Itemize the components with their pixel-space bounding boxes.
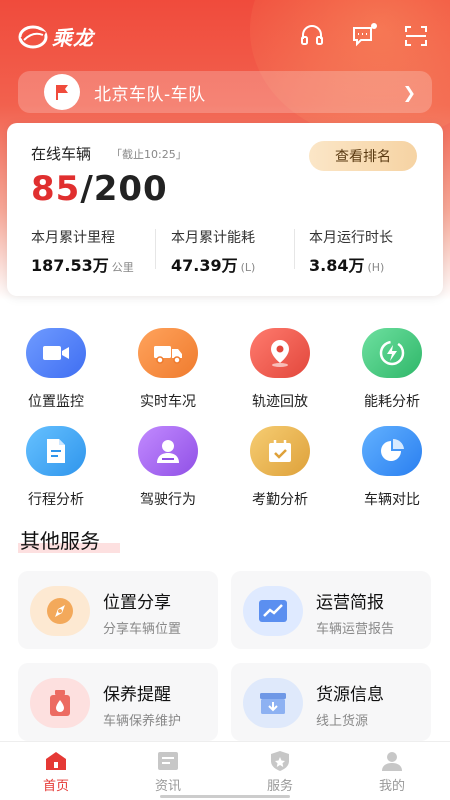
bottom-tab-bar: 首页 资讯 服务 我的: [0, 741, 450, 800]
online-vehicles-card: 在线车辆 「截止10:25」 查看排名 85/200 本月累计里程 187.53…: [7, 123, 443, 296]
divider: [155, 229, 156, 269]
tab-news[interactable]: 资讯: [112, 750, 224, 794]
service-card-location-share[interactable]: 位置分享 分享车辆位置: [18, 571, 218, 649]
driver-icon: [138, 426, 198, 476]
message-icon[interactable]: [350, 22, 378, 50]
grid-label: 实时车况: [140, 394, 196, 410]
metric-value: 3.84万 (H): [309, 256, 385, 275]
service-title: 运营简报: [316, 593, 384, 613]
grid-item-driving-behavior[interactable]: 驾驶行为: [112, 426, 224, 509]
service-card-operation-report[interactable]: 运营简报 车辆运营报告: [231, 571, 431, 649]
grid-item-vehicle-status[interactable]: 实时车况: [112, 328, 224, 411]
compass-icon: [30, 586, 90, 636]
home-indicator: [160, 795, 290, 798]
grid-item-vehicle-compare[interactable]: 车辆对比: [336, 426, 448, 509]
metric-mileage: 本月累计里程 187.53万 公里: [31, 227, 171, 276]
pie-chart-icon: [362, 426, 422, 476]
flag-icon: [44, 74, 80, 110]
metric-unit: 公里: [111, 261, 134, 274]
cargo-box-icon: [243, 678, 303, 728]
chevron-right-icon: ❯: [402, 83, 416, 102]
grid-item-location-monitor[interactable]: 位置监控: [0, 328, 112, 411]
metric-label: 本月累计能耗: [171, 230, 255, 246]
grid-label: 能耗分析: [364, 394, 420, 410]
view-ranking-button[interactable]: 查看排名: [309, 141, 417, 171]
tab-label: 首页: [42, 779, 69, 794]
grid-item-attendance[interactable]: 考勤分析: [224, 426, 336, 509]
grid-item-energy-analysis[interactable]: 能耗分析: [336, 328, 448, 411]
dragon-logo-icon: [18, 25, 48, 48]
service-card-cargo-info[interactable]: 货源信息 线上货源: [231, 663, 431, 741]
online-count: 85/200: [31, 169, 168, 209]
service-title: 保养提醒: [103, 685, 171, 705]
metric-label: 本月累计里程: [31, 230, 115, 246]
video-icon: [26, 328, 86, 378]
fleet-selector[interactable]: 北京车队-车队 ❯: [18, 71, 432, 113]
grid-label: 考勤分析: [252, 492, 308, 508]
grid-label: 驾驶行为: [140, 492, 196, 508]
headset-icon[interactable]: [298, 22, 326, 50]
truck-icon: [138, 328, 198, 378]
app-name: 乘龙: [52, 26, 94, 50]
map-pin-icon: [250, 328, 310, 378]
metric-energy: 本月累计能耗 47.39万 (L): [171, 227, 311, 276]
energy-icon: [362, 328, 422, 378]
metric-value: 187.53万 公里: [31, 256, 134, 275]
fleet-name: 北京车队-车队: [94, 84, 206, 105]
service-subtitle: 分享车辆位置: [103, 622, 182, 637]
grid-label: 车辆对比: [364, 492, 420, 508]
service-card-maintenance[interactable]: 保养提醒 车辆保养维护: [18, 663, 218, 741]
tab-home[interactable]: 首页: [0, 750, 112, 794]
tab-label: 我的: [378, 779, 405, 794]
grid-item-track-playback[interactable]: 轨迹回放: [224, 328, 336, 411]
metric-unit: (H): [367, 261, 385, 274]
deadline-time: 「截止10:25」: [111, 148, 187, 161]
metric-unit: (L): [240, 261, 256, 274]
app-logo: 乘龙: [18, 22, 94, 51]
scan-icon[interactable]: [402, 22, 430, 50]
home-icon: [46, 752, 66, 770]
service-title: 位置分享: [103, 593, 171, 613]
service-shield-icon: [271, 751, 289, 771]
calendar-check-icon: [250, 426, 310, 476]
document-icon: [26, 426, 86, 476]
metric-runtime: 本月运行时长 3.84万 (H): [309, 227, 449, 276]
news-icon: [158, 752, 178, 770]
service-subtitle: 线上货源: [316, 714, 369, 729]
grid-label: 轨迹回放: [252, 394, 308, 410]
metric-value: 47.39万 (L): [171, 256, 256, 275]
tab-label: 服务: [266, 779, 293, 794]
grid-label: 行程分析: [28, 492, 84, 508]
service-title: 货源信息: [316, 685, 384, 705]
grid-item-trip-analysis[interactable]: 行程分析: [0, 426, 112, 509]
grid-label: 位置监控: [28, 394, 84, 410]
service-subtitle: 车辆运营报告: [316, 622, 395, 637]
tab-label: 资讯: [154, 779, 181, 794]
tab-service[interactable]: 服务: [224, 750, 336, 794]
oil-can-icon: [30, 678, 90, 728]
unread-dot: [371, 23, 377, 29]
section-title-other-services: 其他服务: [18, 525, 120, 554]
profile-icon: [382, 752, 402, 771]
header-actions: [298, 22, 430, 50]
tab-profile[interactable]: 我的: [336, 750, 448, 794]
metric-label: 本月运行时长: [309, 230, 393, 246]
online-total: /200: [80, 169, 168, 209]
service-subtitle: 车辆保养维护: [103, 714, 182, 729]
divider: [294, 229, 295, 269]
online-current: 85: [31, 169, 81, 209]
online-vehicles-label: 在线车辆: [31, 145, 92, 163]
trend-chart-icon: [243, 586, 303, 636]
